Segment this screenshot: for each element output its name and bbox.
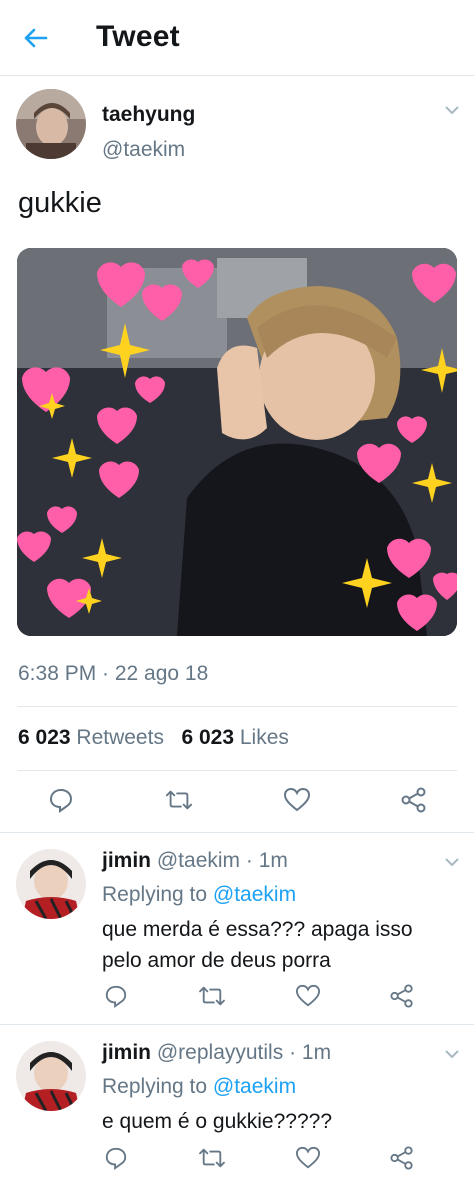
reply-action-bar (0, 1142, 474, 1182)
reply-button[interactable] (47, 786, 75, 814)
reply-text: que merda é essa??? apaga isso pelo amor… (102, 918, 413, 972)
heart-icon (295, 984, 321, 1007)
divider (17, 770, 457, 771)
avatar[interactable] (16, 1041, 86, 1111)
reply-time: · 1m (289, 1041, 332, 1064)
reply-button[interactable] (102, 982, 130, 1010)
reply-button[interactable] (102, 1144, 130, 1172)
author-name[interactable]: taehyung (102, 103, 195, 127)
retweets-count[interactable]: 6 023 (18, 726, 71, 749)
page-title: Tweet (96, 20, 180, 53)
avatar[interactable] (16, 849, 86, 919)
reply-author-handle[interactable]: @replayyutils (157, 1041, 283, 1064)
replying-to: Replying to @taekim (102, 1075, 296, 1099)
likes-count[interactable]: 6 023 (181, 726, 234, 749)
replying-to: Replying to @taekim (102, 883, 296, 907)
heart-icon (283, 787, 311, 812)
comment-icon (105, 985, 127, 1008)
like-button[interactable] (283, 786, 311, 814)
tweet-text: gukkie (18, 187, 102, 219)
share-button[interactable] (388, 982, 416, 1010)
like-button[interactable] (294, 1144, 322, 1172)
retweets-label[interactable]: Retweets (76, 726, 164, 749)
tweet-stats: 6 023 Retweets 6 023 Likes (18, 726, 289, 750)
retweet-icon (199, 1148, 225, 1168)
chevron-down-icon (445, 858, 459, 867)
chevron-down-icon (445, 1050, 459, 1059)
reply-header: jimin @replayyutils · 1m (102, 1041, 331, 1065)
share-button[interactable] (388, 1144, 416, 1172)
tweet-menu-button[interactable] (444, 100, 460, 121)
reply-header: jimin @taekim · 1m (102, 849, 288, 873)
reply-text: e quem é o gukkie????? (102, 1110, 333, 1133)
comment-icon (49, 788, 73, 813)
retweet-button[interactable] (198, 982, 226, 1010)
divider (0, 1024, 474, 1025)
mention-link[interactable]: @taekim (213, 1075, 296, 1098)
arrow-left-icon (24, 28, 48, 48)
avatar[interactable] (16, 89, 86, 159)
author-handle[interactable]: @taekim (102, 138, 185, 162)
back-button[interactable] (20, 20, 56, 56)
comment-icon (105, 1147, 127, 1170)
reply-menu-button[interactable] (444, 852, 460, 873)
retweet-button[interactable] (198, 1144, 226, 1172)
retweet-icon (199, 986, 225, 1006)
retweet-icon (165, 790, 193, 810)
reply-author-name[interactable]: jimin (102, 849, 151, 872)
mention-link[interactable]: @taekim (213, 883, 296, 906)
share-button[interactable] (400, 786, 428, 814)
retweet-button[interactable] (165, 786, 193, 814)
replying-to-label: Replying to (102, 883, 208, 906)
share-icon (390, 1146, 413, 1170)
like-button[interactable] (294, 982, 322, 1010)
tweet-timestamp: 6:38 PM · 22 ago 18 (18, 662, 209, 685)
divider (17, 706, 457, 707)
reply-time: · 1m (245, 849, 288, 872)
top-bar: Tweet (0, 0, 474, 76)
divider (0, 832, 474, 833)
tweet-action-bar (0, 784, 474, 824)
share-icon (390, 984, 413, 1008)
replying-to-label: Replying to (102, 1075, 208, 1098)
reply-action-bar (0, 980, 474, 1020)
reply-author-handle[interactable]: @taekim (157, 849, 240, 872)
tweet-image[interactable] (17, 248, 457, 636)
likes-label[interactable]: Likes (240, 726, 289, 749)
reply-menu-button[interactable] (444, 1044, 460, 1065)
reply-author-name[interactable]: jimin (102, 1041, 151, 1064)
share-icon (401, 787, 426, 813)
chevron-down-icon (445, 106, 459, 115)
heart-icon (295, 1146, 321, 1169)
